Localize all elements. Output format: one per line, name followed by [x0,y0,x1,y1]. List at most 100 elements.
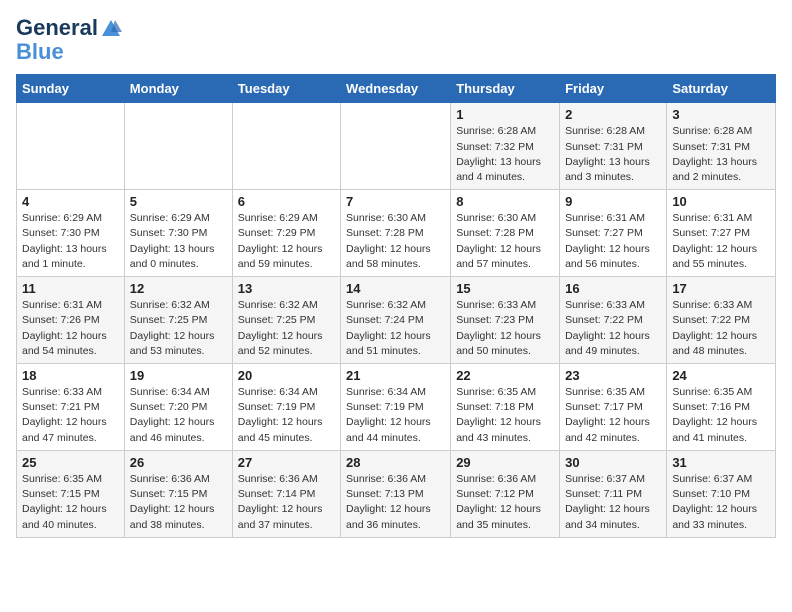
day-info: Sunrise: 6:30 AM Sunset: 7:28 PM Dayligh… [456,211,554,272]
day-number: 1 [456,107,554,122]
calendar-cell: 3 Sunrise: 6:28 AM Sunset: 7:31 PM Daylig… [667,103,776,190]
day-number: 26 [130,455,227,470]
day-number: 15 [456,281,554,296]
calendar-cell: 2Sunrise: 6:28 AM Sunset: 7:31 PM Daylig… [560,103,667,190]
weekday-header-saturday: Saturday [667,75,776,103]
calendar-cell: 16 Sunrise: 6:33 AM Sunset: 7:22 PM Dayli… [560,277,667,364]
day-info: Sunrise: 6:36 AM Sunset: 7:14 PM Dayligh… [238,472,335,533]
day-number: 20 [238,368,335,383]
day-info: Sunrise: 6:29 AM Sunset: 7:30 PM Dayligh… [22,211,119,272]
day-info: Sunrise: 6:37 AM Sunset: 7:11 PM Dayligh… [565,472,661,533]
weekday-header-tuesday: Tuesday [232,75,340,103]
day-info: Sunrise: 6:28 AM Sunset: 7:32 PM Dayligh… [456,124,554,185]
calendar-cell: 9 Sunrise: 6:31 AM Sunset: 7:27 PM Daylig… [560,190,667,277]
logo-icon [100,18,122,40]
weekday-header-wednesday: Wednesday [341,75,451,103]
calendar-cell: 30Sunrise: 6:37 AM Sunset: 7:11 PM Dayli… [560,450,667,537]
day-number: 11 [22,281,119,296]
day-info: Sunrise: 6:33 AM Sunset: 7:23 PM Dayligh… [456,298,554,359]
day-number: 28 [346,455,445,470]
weekday-header-thursday: Thursday [451,75,560,103]
day-info: Sunrise: 6:35 AM Sunset: 7:17 PM Dayligh… [565,385,661,446]
calendar-cell: 1 Sunrise: 6:28 AM Sunset: 7:32 PM Daylig… [451,103,560,190]
day-number: 25 [22,455,119,470]
day-info: Sunrise: 6:33 AM Sunset: 7:22 PM Dayligh… [672,298,770,359]
day-info: Sunrise: 6:36 AM Sunset: 7:12 PM Dayligh… [456,472,554,533]
calendar-cell: 12 Sunrise: 6:32 AM Sunset: 7:25 PM Dayli… [124,277,232,364]
calendar-cell: 8 Sunrise: 6:30 AM Sunset: 7:28 PM Daylig… [451,190,560,277]
calendar-cell: 6 Sunrise: 6:29 AM Sunset: 7:29 PM Daylig… [232,190,340,277]
calendar-cell: 21Sunrise: 6:34 AM Sunset: 7:19 PM Dayli… [341,364,451,451]
calendar-cell: 10Sunrise: 6:31 AM Sunset: 7:27 PM Dayli… [667,190,776,277]
day-info: Sunrise: 6:29 AM Sunset: 7:30 PM Dayligh… [130,211,227,272]
day-number: 17 [672,281,770,296]
day-number: 6 [238,194,335,209]
day-info: Sunrise: 6:34 AM Sunset: 7:20 PM Dayligh… [130,385,227,446]
calendar-cell: 5 Sunrise: 6:29 AM Sunset: 7:30 PM Daylig… [124,190,232,277]
week-row-3: 11 Sunrise: 6:31 AM Sunset: 7:26 PM Dayli… [17,277,776,364]
day-info: Sunrise: 6:31 AM Sunset: 7:27 PM Dayligh… [565,211,661,272]
week-row-4: 18Sunrise: 6:33 AM Sunset: 7:21 PM Dayli… [17,364,776,451]
weekday-header-sunday: Sunday [17,75,125,103]
day-info: Sunrise: 6:29 AM Sunset: 7:29 PM Dayligh… [238,211,335,272]
calendar-cell: 18Sunrise: 6:33 AM Sunset: 7:21 PM Dayli… [17,364,125,451]
day-info: Sunrise: 6:37 AM Sunset: 7:10 PM Dayligh… [672,472,770,533]
week-row-1: 1 Sunrise: 6:28 AM Sunset: 7:32 PM Daylig… [17,103,776,190]
calendar-cell: 31 Sunrise: 6:37 AM Sunset: 7:10 PM Dayli… [667,450,776,537]
calendar-cell [124,103,232,190]
day-info: Sunrise: 6:28 AM Sunset: 7:31 PM Dayligh… [672,124,770,185]
week-row-2: 4 Sunrise: 6:29 AM Sunset: 7:30 PM Daylig… [17,190,776,277]
calendar-cell: 29 Sunrise: 6:36 AM Sunset: 7:12 PM Dayli… [451,450,560,537]
day-info: Sunrise: 6:31 AM Sunset: 7:27 PM Dayligh… [672,211,770,272]
day-number: 4 [22,194,119,209]
day-number: 8 [456,194,554,209]
page-header: General Blue [16,16,776,64]
calendar-cell: 17 Sunrise: 6:33 AM Sunset: 7:22 PM Dayli… [667,277,776,364]
day-info: Sunrise: 6:34 AM Sunset: 7:19 PM Dayligh… [346,385,445,446]
weekday-header-friday: Friday [560,75,667,103]
week-row-5: 25 Sunrise: 6:35 AM Sunset: 7:15 PM Dayli… [17,450,776,537]
calendar-cell: 15 Sunrise: 6:33 AM Sunset: 7:23 PM Dayli… [451,277,560,364]
calendar-cell: 25 Sunrise: 6:35 AM Sunset: 7:15 PM Dayli… [17,450,125,537]
day-number: 27 [238,455,335,470]
day-number: 31 [672,455,770,470]
weekday-header-row: SundayMondayTuesdayWednesdayThursdayFrid… [17,75,776,103]
calendar-cell: 23 Sunrise: 6:35 AM Sunset: 7:17 PM Dayli… [560,364,667,451]
calendar-cell: 11 Sunrise: 6:31 AM Sunset: 7:26 PM Dayli… [17,277,125,364]
day-number: 13 [238,281,335,296]
day-info: Sunrise: 6:35 AM Sunset: 7:18 PM Dayligh… [456,385,554,446]
calendar-cell: 4 Sunrise: 6:29 AM Sunset: 7:30 PM Daylig… [17,190,125,277]
day-info: Sunrise: 6:32 AM Sunset: 7:25 PM Dayligh… [238,298,335,359]
day-info: Sunrise: 6:28 AM Sunset: 7:31 PM Dayligh… [565,124,661,185]
calendar-cell: 24 Sunrise: 6:35 AM Sunset: 7:16 PM Dayli… [667,364,776,451]
calendar-cell [17,103,125,190]
calendar-cell: 27 Sunrise: 6:36 AM Sunset: 7:14 PM Dayli… [232,450,340,537]
day-number: 23 [565,368,661,383]
logo-text: General [16,16,122,40]
day-number: 29 [456,455,554,470]
day-info: Sunrise: 6:36 AM Sunset: 7:15 PM Dayligh… [130,472,227,533]
calendar-cell: 26 Sunrise: 6:36 AM Sunset: 7:15 PM Dayli… [124,450,232,537]
day-number: 5 [130,194,227,209]
day-number: 7 [346,194,445,209]
day-number: 22 [456,368,554,383]
day-info: Sunrise: 6:35 AM Sunset: 7:15 PM Dayligh… [22,472,119,533]
day-info: Sunrise: 6:33 AM Sunset: 7:22 PM Dayligh… [565,298,661,359]
day-number: 3 [672,107,770,122]
day-info: Sunrise: 6:30 AM Sunset: 7:28 PM Dayligh… [346,211,445,272]
day-info: Sunrise: 6:32 AM Sunset: 7:25 PM Dayligh… [130,298,227,359]
logo: General Blue [16,16,122,64]
day-info: Sunrise: 6:35 AM Sunset: 7:16 PM Dayligh… [672,385,770,446]
day-number: 12 [130,281,227,296]
calendar-cell: 28Sunrise: 6:36 AM Sunset: 7:13 PM Dayli… [341,450,451,537]
day-info: Sunrise: 6:31 AM Sunset: 7:26 PM Dayligh… [22,298,119,359]
day-number: 16 [565,281,661,296]
calendar-table: SundayMondayTuesdayWednesdayThursdayFrid… [16,74,776,537]
calendar-cell: 13 Sunrise: 6:32 AM Sunset: 7:25 PM Dayli… [232,277,340,364]
day-number: 9 [565,194,661,209]
day-number: 24 [672,368,770,383]
day-number: 19 [130,368,227,383]
day-info: Sunrise: 6:33 AM Sunset: 7:21 PM Dayligh… [22,385,119,446]
calendar-cell: 19 Sunrise: 6:34 AM Sunset: 7:20 PM Dayli… [124,364,232,451]
calendar-cell: 7 Sunrise: 6:30 AM Sunset: 7:28 PM Daylig… [341,190,451,277]
